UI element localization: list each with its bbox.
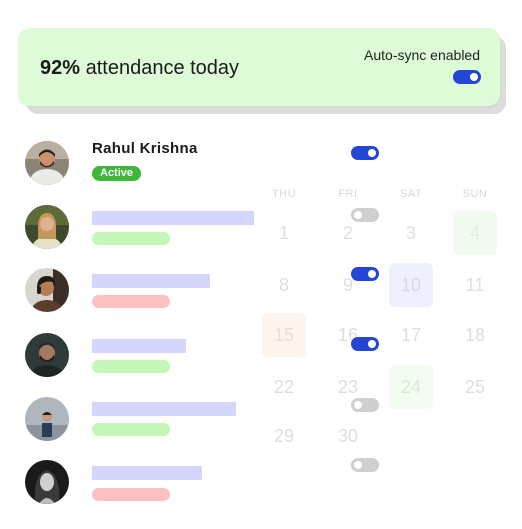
calendar-day[interactable]: 8 [262, 263, 306, 307]
student-name-placeholder [92, 466, 202, 480]
student-name-placeholder [92, 274, 210, 288]
status-placeholder [92, 360, 170, 373]
weekday-thu: THU [271, 188, 297, 200]
attendance-label: attendance today [80, 57, 240, 79]
student-name-placeholder [92, 339, 186, 353]
attendance-toggle[interactable] [351, 146, 379, 160]
attendance-banner: 92% attendance today Auto-sync enabled [18, 28, 500, 106]
avatar [25, 333, 69, 377]
attendance-percent: 92% [40, 57, 81, 79]
attendance-toggle[interactable] [351, 267, 379, 281]
auto-sync-toggle[interactable] [453, 70, 481, 84]
toggle-knob [470, 73, 478, 81]
attendance-toggle[interactable] [351, 458, 379, 472]
avatar [25, 397, 69, 441]
toggle-knob [368, 340, 376, 348]
calendar-day[interactable]: 18 [453, 313, 497, 357]
calendar-day[interactable]: 17 [389, 313, 433, 357]
weekday-sun: SUN [462, 188, 488, 200]
avatar [25, 205, 69, 249]
person-avatar-icon [25, 333, 69, 377]
person-avatar-icon [25, 460, 69, 504]
status-placeholder [92, 232, 170, 245]
calendar-day[interactable]: 30 [326, 414, 370, 458]
person-avatar-icon [25, 141, 69, 185]
student-name-placeholder [92, 211, 254, 225]
attendance-toggle[interactable] [351, 337, 379, 351]
avatar [25, 268, 69, 312]
calendar-day[interactable]: 24 [389, 365, 433, 409]
avatar [25, 141, 69, 185]
student-name: Rahul Krishna [92, 140, 198, 157]
person-avatar-icon [25, 268, 69, 312]
calendar-day[interactable]: 29 [262, 414, 306, 458]
status-badge: Active [92, 166, 142, 181]
calendar-day[interactable]: 3 [389, 211, 433, 255]
toggle-knob [368, 149, 376, 157]
auto-sync-label: Auto-sync enabled [364, 47, 480, 63]
attendance-toggle[interactable] [351, 208, 379, 222]
attendance-summary: 92% attendance today [40, 57, 239, 80]
calendar-day[interactable]: 1 [262, 211, 306, 255]
toggle-knob [354, 211, 362, 219]
student-name-placeholder [92, 402, 236, 416]
avatar [25, 460, 69, 504]
calendar-day[interactable]: 22 [262, 365, 306, 409]
person-avatar-icon [25, 397, 69, 441]
status-placeholder [92, 295, 170, 308]
weekday-sat: SAT [399, 188, 423, 200]
status-placeholder [92, 488, 170, 501]
calendar-day[interactable]: 10 [389, 263, 433, 307]
person-avatar-icon [25, 205, 69, 249]
toggle-knob [354, 401, 362, 409]
attendance-toggle[interactable] [351, 398, 379, 412]
toggle-knob [368, 270, 376, 278]
calendar-day[interactable]: 4 [453, 211, 497, 255]
calendar-day[interactable]: 11 [453, 263, 497, 307]
calendar-day[interactable]: 15 [262, 313, 306, 357]
calendar-day[interactable]: 25 [453, 365, 497, 409]
toggle-knob [354, 461, 362, 469]
weekday-fri: FRI [338, 188, 358, 200]
status-placeholder [92, 423, 170, 436]
